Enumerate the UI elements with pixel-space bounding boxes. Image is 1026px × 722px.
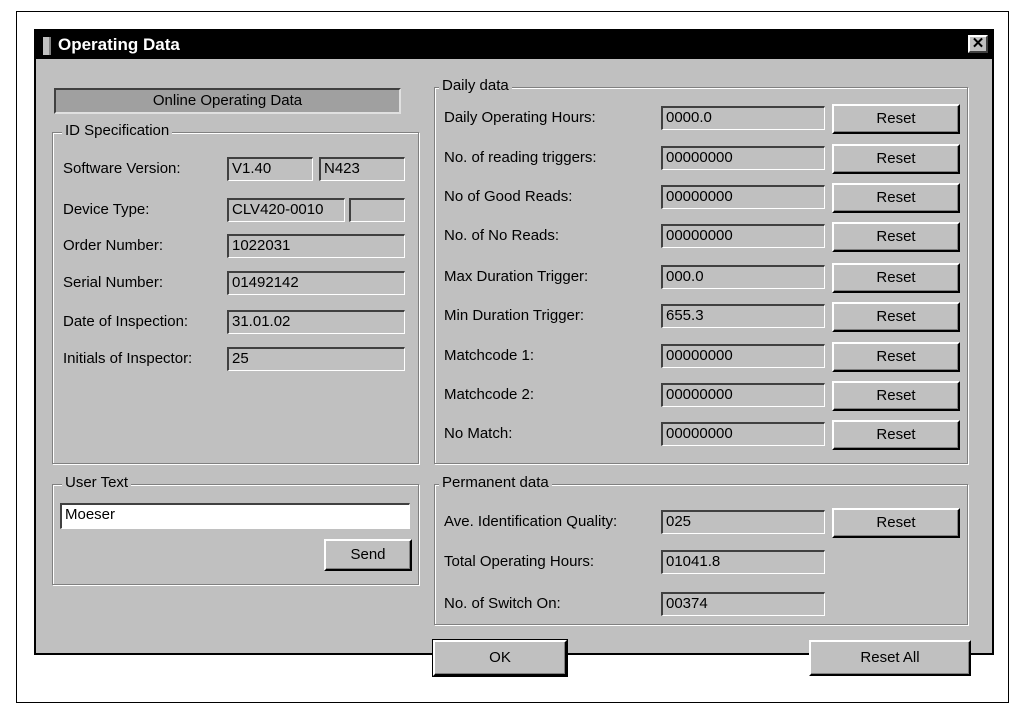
reset-reading-triggers-button[interactable]: Reset xyxy=(832,144,960,174)
send-button[interactable]: Send xyxy=(324,539,412,571)
matchcode-2-field: 00000000 xyxy=(661,383,825,407)
software-version-field-2: N423 xyxy=(319,157,405,181)
good-reads-label: No of Good Reads: xyxy=(444,188,573,205)
max-duration-trigger-label: Max Duration Trigger: xyxy=(444,268,589,285)
online-operating-data-banner: Online Operating Data xyxy=(54,88,401,114)
system-menu-icon[interactable] xyxy=(43,37,51,55)
switch-on-count-label: No. of Switch On: xyxy=(444,595,561,612)
min-duration-trigger-field: 655.3 xyxy=(661,304,825,328)
reset-identification-quality-button[interactable]: Reset xyxy=(832,508,960,538)
reset-daily-operating-hours-button[interactable]: Reset xyxy=(832,104,960,134)
software-version-field: V1.40 xyxy=(227,157,313,181)
permanent-data-group: Permanent data Ave. Identification Quali… xyxy=(434,474,968,625)
min-duration-trigger-label: Min Duration Trigger: xyxy=(444,307,585,324)
reset-good-reads-button[interactable]: Reset xyxy=(832,183,960,213)
id-specification-legend: ID Specification xyxy=(62,122,173,140)
close-icon[interactable]: ✕ xyxy=(968,35,988,53)
device-type-label: Device Type: xyxy=(63,201,150,218)
initials-of-inspector-field: 25 xyxy=(227,347,405,371)
order-number-label: Order Number: xyxy=(63,237,164,254)
daily-data-legend: Daily data xyxy=(439,77,512,95)
matchcode-2-label: Matchcode 2: xyxy=(444,386,535,403)
reset-matchcode-1-button[interactable]: Reset xyxy=(832,342,960,372)
reset-matchcode-2-button[interactable]: Reset xyxy=(832,381,960,411)
date-of-inspection-label: Date of Inspection: xyxy=(63,313,189,330)
total-operating-hours-label: Total Operating Hours: xyxy=(444,553,595,570)
reading-triggers-label: No. of reading triggers: xyxy=(444,149,597,166)
reading-triggers-field: 00000000 xyxy=(661,146,825,170)
total-operating-hours-field: 01041.8 xyxy=(661,550,825,574)
no-match-field: 00000000 xyxy=(661,422,825,446)
permanent-data-legend: Permanent data xyxy=(439,474,552,492)
daily-data-group: Daily data Daily Operating Hours: 0000.0… xyxy=(434,77,968,464)
reset-max-duration-trigger-button[interactable]: Reset xyxy=(832,263,960,293)
reset-no-match-button[interactable]: Reset xyxy=(832,420,960,450)
good-reads-field: 00000000 xyxy=(661,185,825,209)
operating-data-dialog: Operating Data ✕ Online Operating Data I… xyxy=(34,29,994,677)
serial-number-label: Serial Number: xyxy=(63,274,164,291)
software-version-label: Software Version: xyxy=(63,160,181,177)
switch-on-count-field: 00374 xyxy=(661,592,825,616)
reset-min-duration-trigger-button[interactable]: Reset xyxy=(832,302,960,332)
matchcode-1-label: Matchcode 1: xyxy=(444,347,535,364)
identification-quality-field: 025 xyxy=(661,510,825,534)
date-of-inspection-field: 31.01.02 xyxy=(227,310,405,334)
window-title: Operating Data xyxy=(58,35,180,54)
daily-operating-hours-field: 0000.0 xyxy=(661,106,825,130)
device-type-field: CLV420-0010 xyxy=(227,198,345,222)
daily-operating-hours-label: Daily Operating Hours: xyxy=(444,109,596,126)
order-number-field: 1022031 xyxy=(227,234,405,258)
serial-number-field: 01492142 xyxy=(227,271,405,295)
user-text-legend: User Text xyxy=(62,474,132,492)
ok-button[interactable]: OK xyxy=(432,639,568,677)
matchcode-1-field: 00000000 xyxy=(661,344,825,368)
device-type-field-2 xyxy=(349,198,405,222)
identification-quality-label: Ave. Identification Quality: xyxy=(444,513,618,530)
user-text-group: User Text Moeser Send xyxy=(52,474,419,585)
no-match-label: No Match: xyxy=(444,425,513,442)
max-duration-trigger-field: 000.0 xyxy=(661,265,825,289)
no-reads-field: 00000000 xyxy=(661,224,825,248)
no-reads-label: No. of No Reads: xyxy=(444,227,560,244)
user-text-input[interactable]: Moeser xyxy=(60,503,410,529)
reset-no-reads-button[interactable]: Reset xyxy=(832,222,960,252)
id-specification-group: ID Specification Software Version: V1.40… xyxy=(52,122,419,464)
title-bar: Operating Data ✕ xyxy=(36,31,992,59)
reset-all-button[interactable]: Reset All xyxy=(809,640,971,676)
initials-of-inspector-label: Initials of Inspector: xyxy=(63,350,193,367)
